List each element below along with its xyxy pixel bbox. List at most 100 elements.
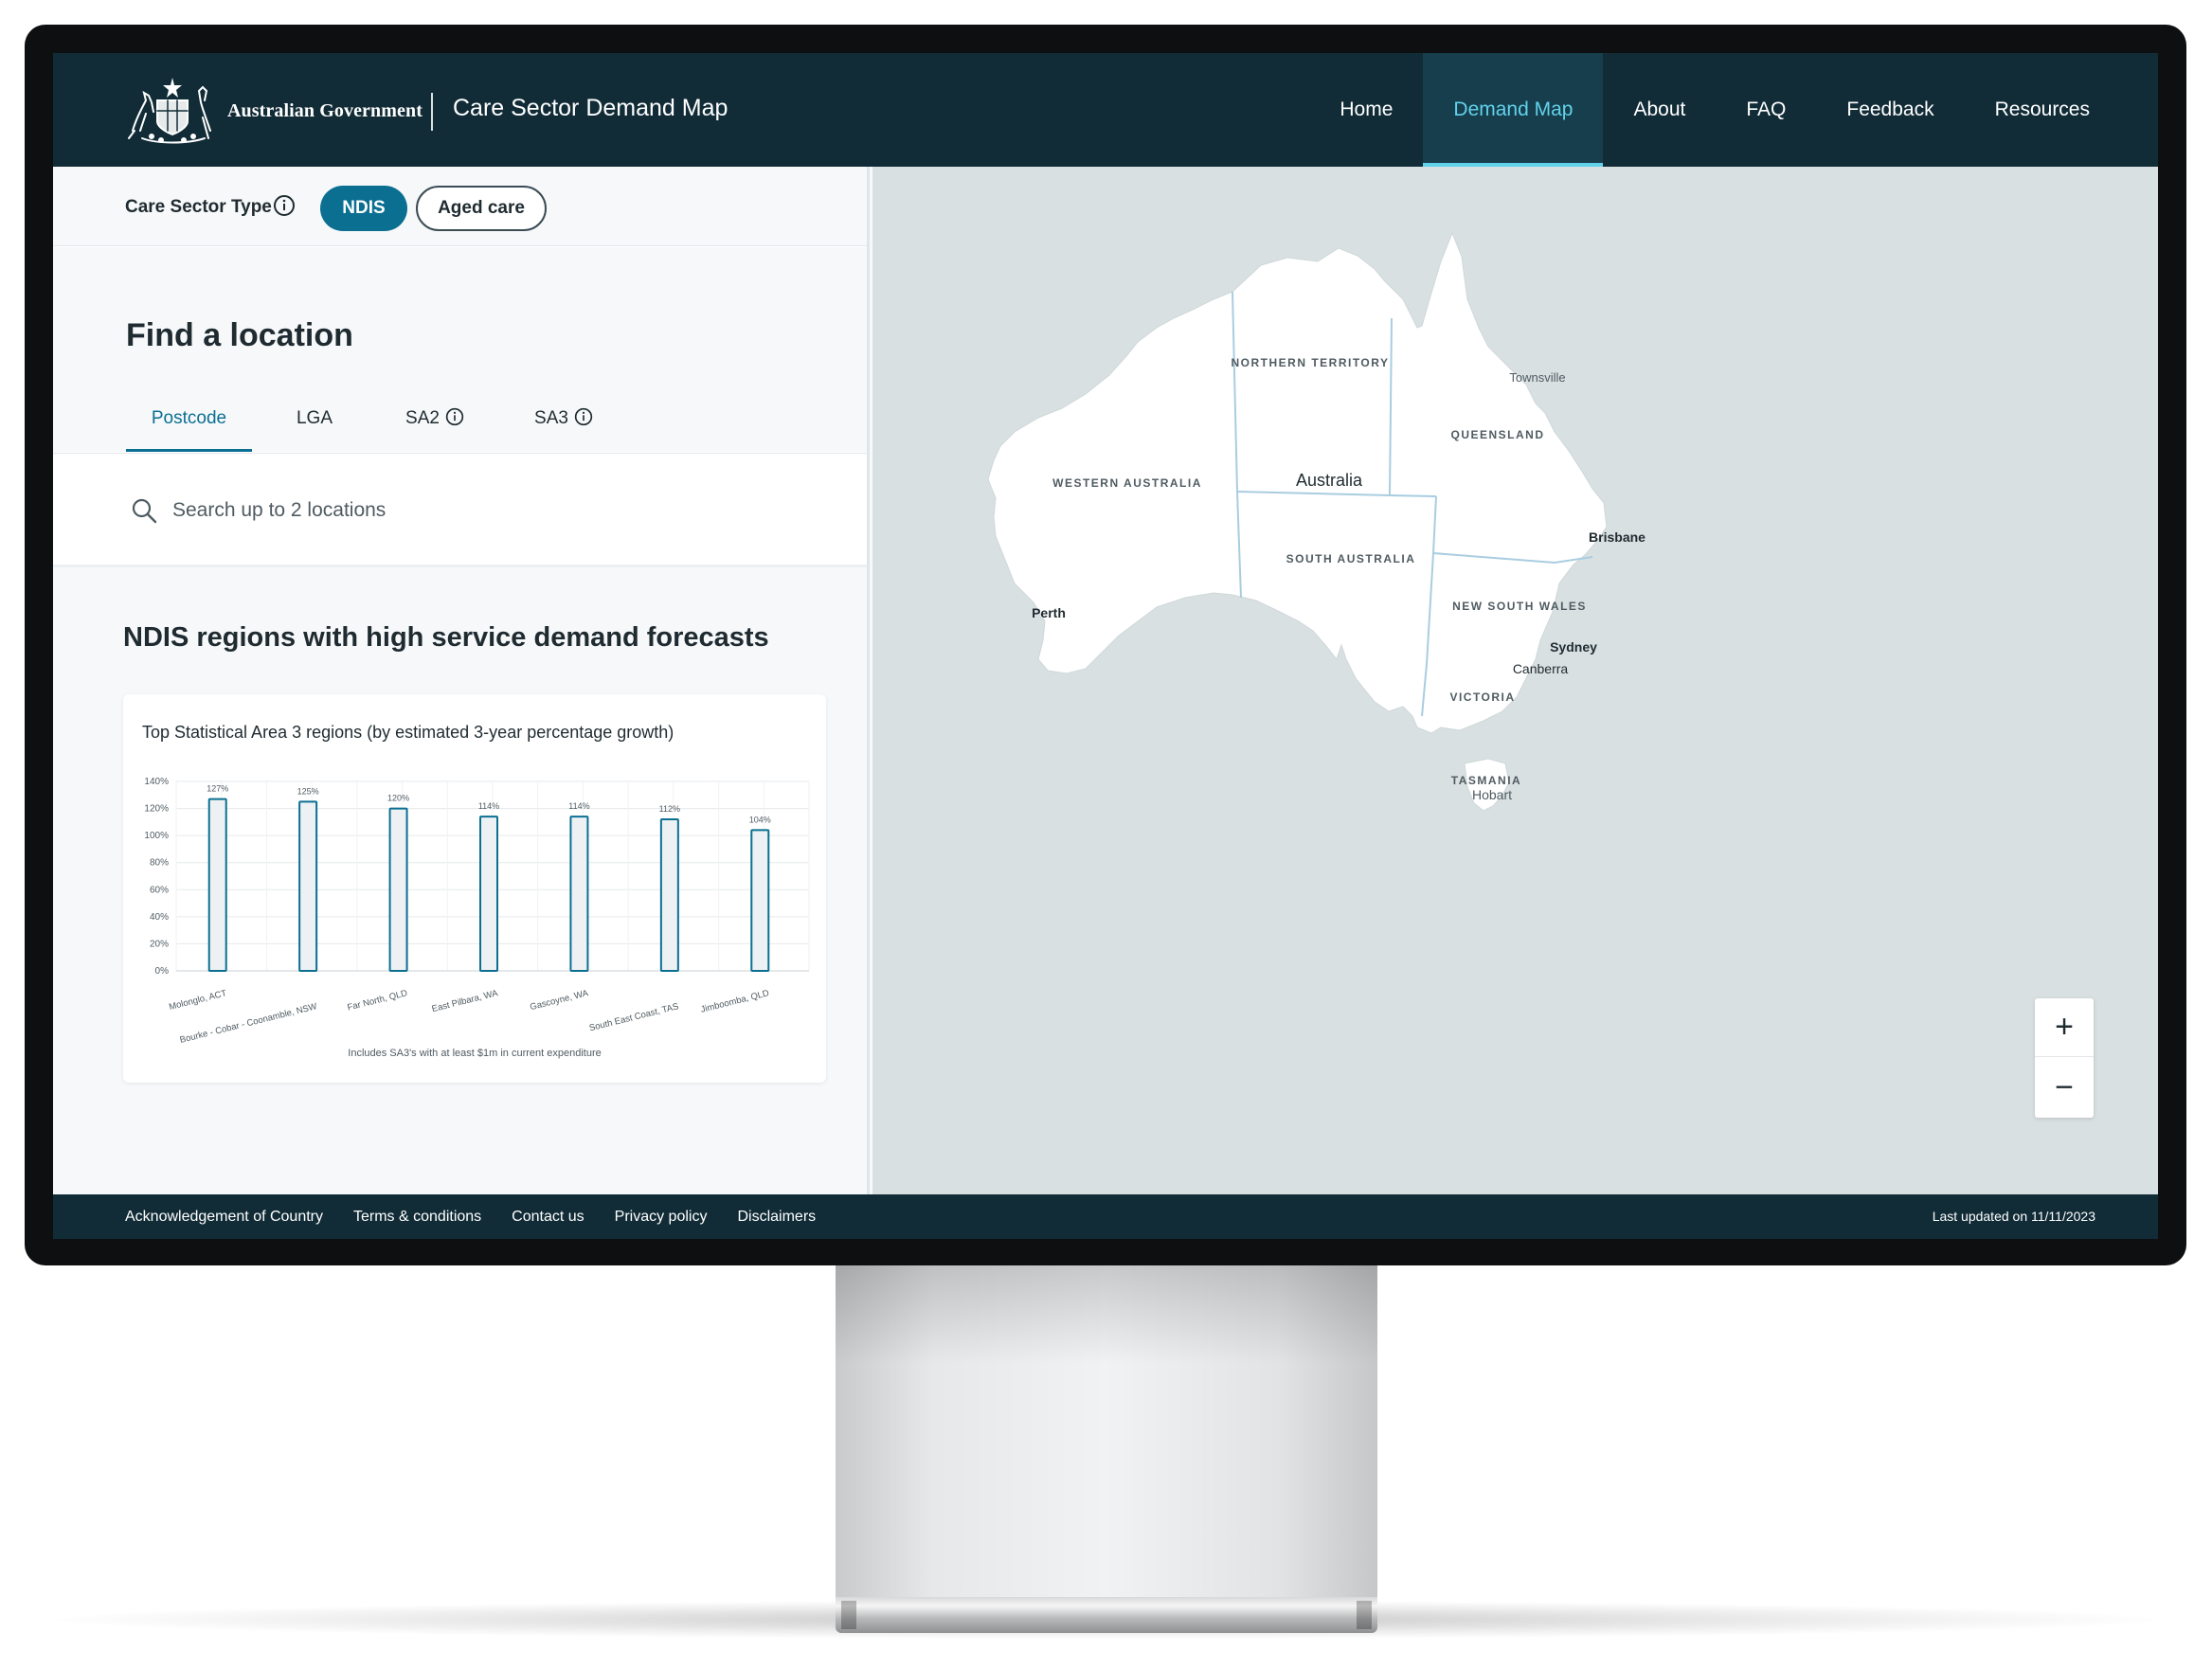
ndis-toggle-button[interactable]: NDIS [320, 186, 407, 231]
left-panel: Care Sector Type NDIS Aged care Find a l… [53, 167, 870, 1194]
care-sector-type-label: Care Sector Type [125, 197, 272, 217]
zoom-controls: + − [2035, 998, 2094, 1118]
chart-bar [479, 816, 498, 973]
chart-data-label: 127% [207, 784, 228, 794]
city-perth[interactable]: Perth [1032, 605, 1066, 620]
tab-sa2[interactable]: SA2 [377, 407, 493, 452]
australia-map[interactable]: WESTERN AUSTRALIA NORTHERN TERRITORY SOU… [872, 167, 2158, 1194]
chart-title: Top Statistical Area 3 regions (by estim… [142, 723, 674, 742]
chart-x-tick-label: Bourke - Cobar - Coonamble, NSW [179, 1001, 318, 1046]
footer-link-privacy[interactable]: Privacy policy [615, 1209, 708, 1226]
sa3-info-icon[interactable] [574, 407, 593, 426]
chart-bar [298, 800, 318, 972]
chart-data-label: 114% [478, 801, 499, 811]
demand-section-title: NDIS regions with high service demand fo… [123, 622, 769, 653]
location-type-tabs: Postcode LGA SA2 SA3 [126, 407, 635, 452]
chart-data-label: 120% [387, 794, 409, 803]
city-canberra[interactable]: Canberra [1513, 661, 1569, 676]
find-location-section: Find a location Postcode LGA SA2 SA3 [53, 247, 867, 452]
aged-care-toggle-button[interactable]: Aged care [416, 186, 547, 231]
find-location-title: Find a location [126, 317, 353, 353]
chart-x-tick-label: South East Coast, TAS [588, 1001, 680, 1033]
chart-y-tick: 60% [150, 885, 169, 895]
care-sector-info-icon[interactable] [273, 194, 296, 217]
tab-sa2-label: SA2 [405, 408, 440, 428]
monitor-stand-base [836, 1597, 1377, 1633]
nav-resources[interactable]: Resources [1965, 53, 2158, 167]
chart-card: Top Statistical Area 3 regions (by estim… [123, 694, 826, 1083]
chart-y-tick: 140% [144, 777, 169, 787]
nav-faq[interactable]: FAQ [1716, 53, 1816, 167]
top-navigation-bar: Australian Government Care Sector Demand… [53, 53, 2158, 167]
chart-x-tick-label: Gascoyne, WA [529, 988, 589, 1013]
chart-y-tick: 120% [144, 804, 169, 815]
tab-sa3[interactable]: SA3 [493, 407, 635, 452]
map-area[interactable]: WESTERN AUSTRALIA NORTHERN TERRITORY SOU… [872, 167, 2158, 1194]
screen: Australian Government Care Sector Demand… [53, 53, 2158, 1239]
coat-of-arms-icon [128, 78, 211, 144]
chart-y-tick: 40% [150, 912, 169, 923]
main-nav: Home Demand Map About FAQ Feedback Resou… [1309, 53, 2158, 167]
government-name: Australian Government [227, 99, 423, 121]
chart-x-tick-label: Far North, QLD [347, 988, 409, 1013]
footer: Acknowledgement of Country Terms & condi… [53, 1194, 2158, 1239]
chart-x-tick-label: East Pilbara, WA [431, 988, 500, 1014]
app-title[interactable]: Care Sector Demand Map [453, 95, 728, 122]
logo-divider [431, 93, 433, 131]
map-label-qld: QUEENSLAND [1450, 428, 1544, 441]
footer-link-disclaimers[interactable]: Disclaimers [737, 1209, 816, 1226]
chart-data-label: 125% [297, 786, 319, 796]
tab-lga[interactable]: LGA [252, 408, 377, 452]
chart-y-tick: 0% [155, 966, 170, 977]
city-brisbane[interactable]: Brisbane [1589, 529, 1646, 545]
chart-data-label: 104% [749, 815, 771, 824]
chart-bar [569, 816, 589, 973]
footer-link-terms[interactable]: Terms & conditions [353, 1209, 481, 1226]
map-label-nt: NORTHERN TERRITORY [1231, 356, 1389, 369]
last-updated: Last updated on 11/11/2023 [1932, 1209, 2095, 1224]
chart-data-label: 114% [568, 801, 589, 811]
zoom-in-button[interactable]: + [2035, 998, 2094, 1057]
chart-x-tick-label: Jimboomba, QLD [700, 988, 771, 1015]
city-sydney[interactable]: Sydney [1550, 639, 1597, 655]
nav-feedback[interactable]: Feedback [1816, 53, 1964, 167]
footer-links: Acknowledgement of Country Terms & condi… [125, 1194, 846, 1239]
chart-data-label: 112% [659, 804, 680, 814]
map-label-wa: WESTERN AUSTRALIA [1052, 476, 1202, 490]
chart-y-tick: 100% [144, 831, 169, 841]
city-hobart[interactable]: Hobart [1472, 787, 1512, 802]
sa2-info-icon[interactable] [445, 407, 464, 426]
map-label-vic: VICTORIA [1449, 691, 1515, 704]
tab-postcode[interactable]: Postcode [126, 408, 252, 452]
tab-postcode-label: Postcode [151, 408, 227, 428]
chart-bar [750, 829, 770, 972]
chart-bar [207, 798, 227, 973]
location-search-input[interactable] [172, 492, 741, 529]
search-row [53, 454, 867, 565]
nav-demand-map[interactable]: Demand Map [1423, 53, 1604, 167]
demand-forecast-section: NDIS regions with high service demand fo… [53, 567, 867, 1194]
zoom-out-button[interactable]: − [2035, 1058, 2094, 1117]
chart-bar [388, 807, 408, 973]
map-label-tas: TASMANIA [1451, 774, 1521, 787]
map-label-australia: Australia [1296, 471, 1363, 490]
nav-home[interactable]: Home [1309, 53, 1423, 167]
chart-footnote: Includes SA3's with at least $1m in curr… [348, 1048, 601, 1059]
tab-lga-label: LGA [296, 408, 333, 428]
city-townsville[interactable]: Townsville [1509, 370, 1565, 385]
tab-sa3-label: SA3 [534, 408, 568, 428]
search-icon [132, 498, 157, 524]
care-sector-type-row: Care Sector Type NDIS Aged care [53, 167, 867, 246]
chart-y-tick: 20% [150, 939, 169, 949]
map-label-nsw: NEW SOUTH WALES [1452, 600, 1587, 613]
bar-chart: 0% 20% 40% 60% 80% 100% 120% 140% 127% 125% 120% 11… [144, 777, 810, 1059]
chart-bar [659, 818, 679, 972]
nav-about[interactable]: About [1603, 53, 1716, 167]
chart-x-tick-label: Molonglo, ACT [168, 988, 227, 1013]
footer-link-contact[interactable]: Contact us [512, 1209, 584, 1226]
monitor-stand [836, 1260, 1377, 1599]
map-label-sa: SOUTH AUSTRALIA [1286, 552, 1416, 565]
footer-link-acknowledgement[interactable]: Acknowledgement of Country [125, 1209, 323, 1226]
australian-government-logo[interactable]: Australian Government [123, 72, 423, 146]
chart-y-tick: 80% [150, 858, 169, 869]
